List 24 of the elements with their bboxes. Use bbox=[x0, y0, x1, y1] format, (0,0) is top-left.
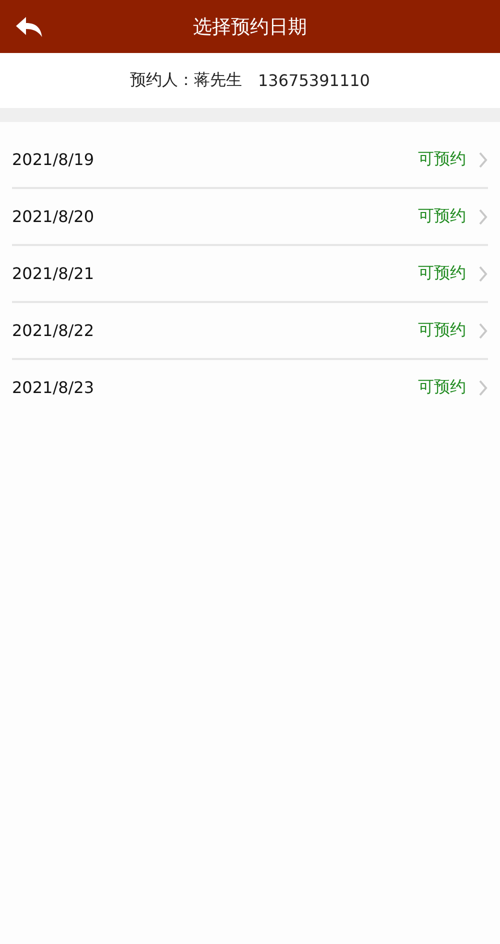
availability-status: 可预约 bbox=[418, 206, 466, 227]
date-text: 2021/8/22 bbox=[12, 321, 96, 340]
page-title: 选择预约日期 bbox=[193, 14, 307, 40]
availability-status: 可预约 bbox=[418, 320, 466, 341]
back-arrow-icon bbox=[15, 15, 43, 39]
date-row[interactable]: 2021/8/19 可预约 bbox=[12, 132, 488, 189]
availability-status: 可预约 bbox=[418, 263, 466, 284]
date-row[interactable]: 2021/8/20 可预约 bbox=[12, 189, 488, 246]
availability-status: 可预约 bbox=[418, 149, 466, 170]
availability-status: 可预约 bbox=[418, 377, 466, 398]
chevron-right-icon bbox=[478, 380, 488, 396]
chevron-right-icon bbox=[478, 152, 488, 168]
booker-phone: 13675391110 bbox=[258, 71, 370, 90]
date-text: 2021/8/20 bbox=[12, 207, 96, 226]
date-row[interactable]: 2021/8/23 可预约 bbox=[12, 360, 488, 415]
date-text: 2021/8/19 bbox=[12, 150, 96, 169]
date-row[interactable]: 2021/8/22 可预约 bbox=[12, 303, 488, 360]
chevron-right-icon bbox=[478, 322, 488, 338]
date-text: 2021/8/23 bbox=[12, 378, 96, 397]
chevron-right-icon bbox=[478, 208, 488, 224]
booker-name: 预约人：蒋先生 bbox=[130, 70, 242, 91]
chevron-right-icon bbox=[478, 266, 488, 282]
date-text: 2021/8/21 bbox=[12, 264, 96, 283]
date-row[interactable]: 2021/8/21 可预约 bbox=[12, 246, 488, 303]
